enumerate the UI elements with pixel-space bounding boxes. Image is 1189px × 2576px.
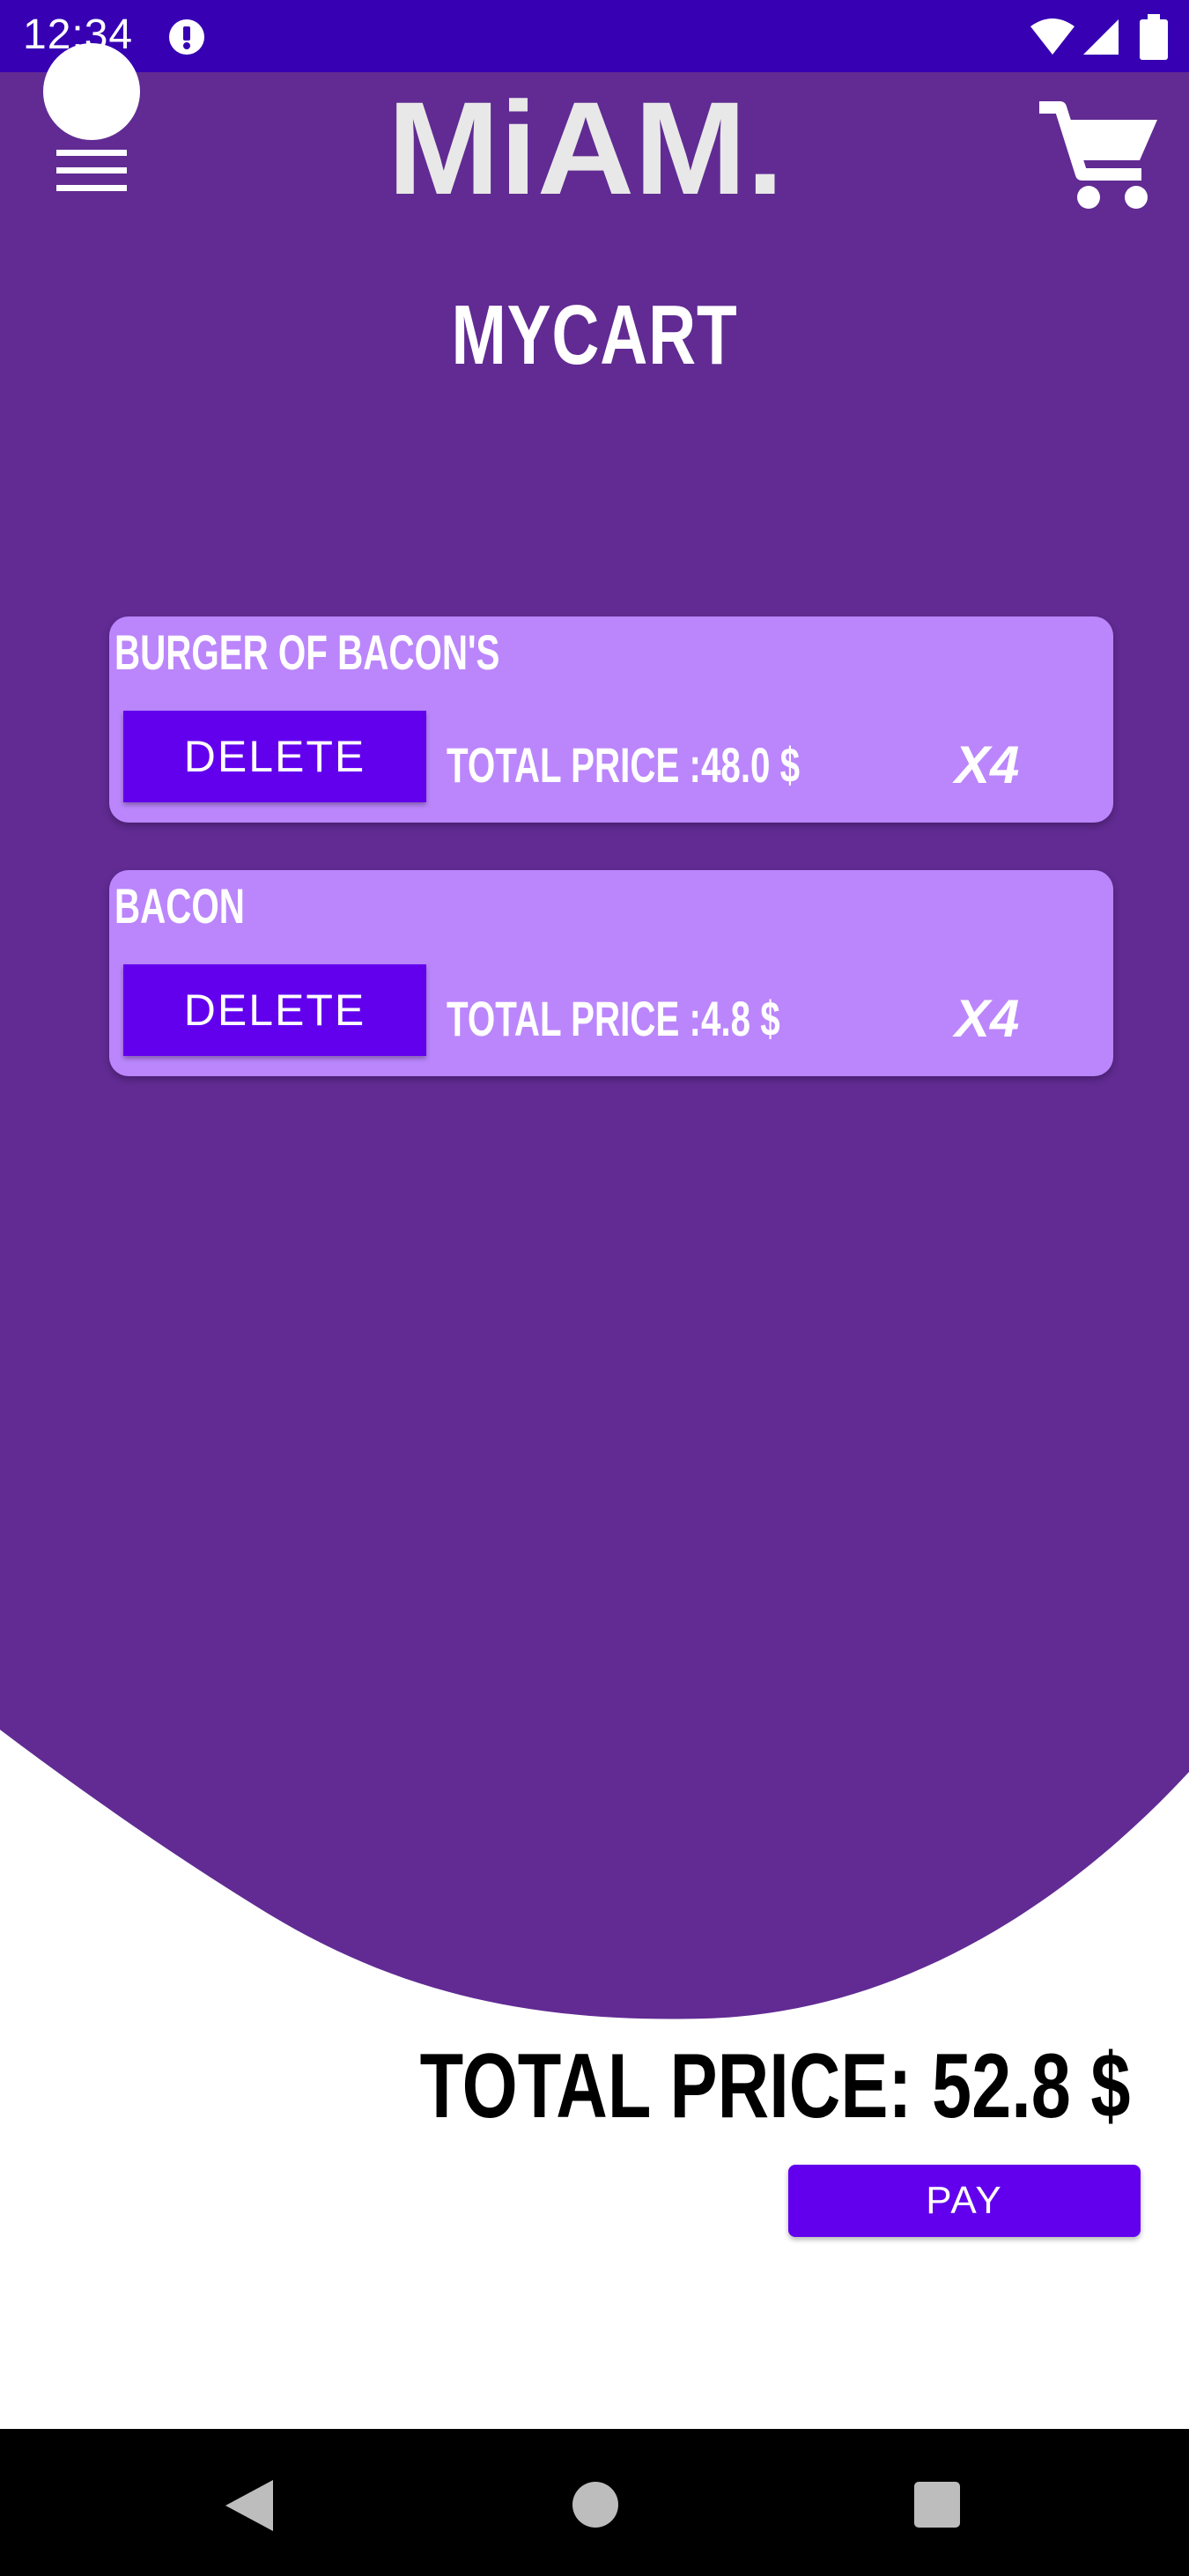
alert-circle-icon bbox=[169, 19, 204, 55]
page-title: MYCART bbox=[451, 288, 738, 382]
cart-item-total: TOTAL PRICE :4.8 $ bbox=[447, 991, 780, 1046]
cart-item-list: BURGER OF BACON'S DELETE TOTAL PRICE :48… bbox=[109, 616, 1113, 1124]
status-bar: 12:34 bbox=[0, 0, 1189, 72]
cart-item-card: BURGER OF BACON'S DELETE TOTAL PRICE :48… bbox=[109, 616, 1113, 823]
cart-item-name: BACON bbox=[114, 878, 245, 934]
back-icon[interactable] bbox=[222, 2476, 275, 2535]
cart-item-total: TOTAL PRICE :48.0 $ bbox=[447, 737, 801, 793]
cart-item-card: BACON DELETE TOTAL PRICE :4.8 $ X4 bbox=[109, 870, 1113, 1076]
cart-item-name: BURGER OF BACON'S bbox=[114, 624, 500, 680]
cart-item-quantity: X4 bbox=[955, 989, 1020, 1048]
wifi-icon bbox=[1030, 18, 1075, 55]
brand-logo-text: MiAM. bbox=[388, 85, 784, 217]
home-icon[interactable] bbox=[571, 2480, 620, 2529]
pay-button[interactable]: PAY bbox=[788, 2165, 1141, 2237]
cell-signal-icon bbox=[1083, 19, 1119, 55]
delete-item-button[interactable]: DELETE bbox=[123, 964, 426, 1056]
grand-total: TOTAL PRICE: 52.8 $ bbox=[420, 2035, 1131, 2137]
recents-icon[interactable] bbox=[912, 2480, 962, 2529]
shopping-cart-icon[interactable] bbox=[1038, 99, 1161, 213]
navigation-bar bbox=[0, 2429, 1189, 2576]
battery-icon bbox=[1140, 14, 1168, 60]
delete-item-button[interactable]: DELETE bbox=[123, 711, 426, 802]
hamburger-menu-icon[interactable] bbox=[42, 42, 141, 192]
cart-item-quantity: X4 bbox=[955, 735, 1020, 794]
brand-logo: MiAM. bbox=[388, 85, 784, 217]
